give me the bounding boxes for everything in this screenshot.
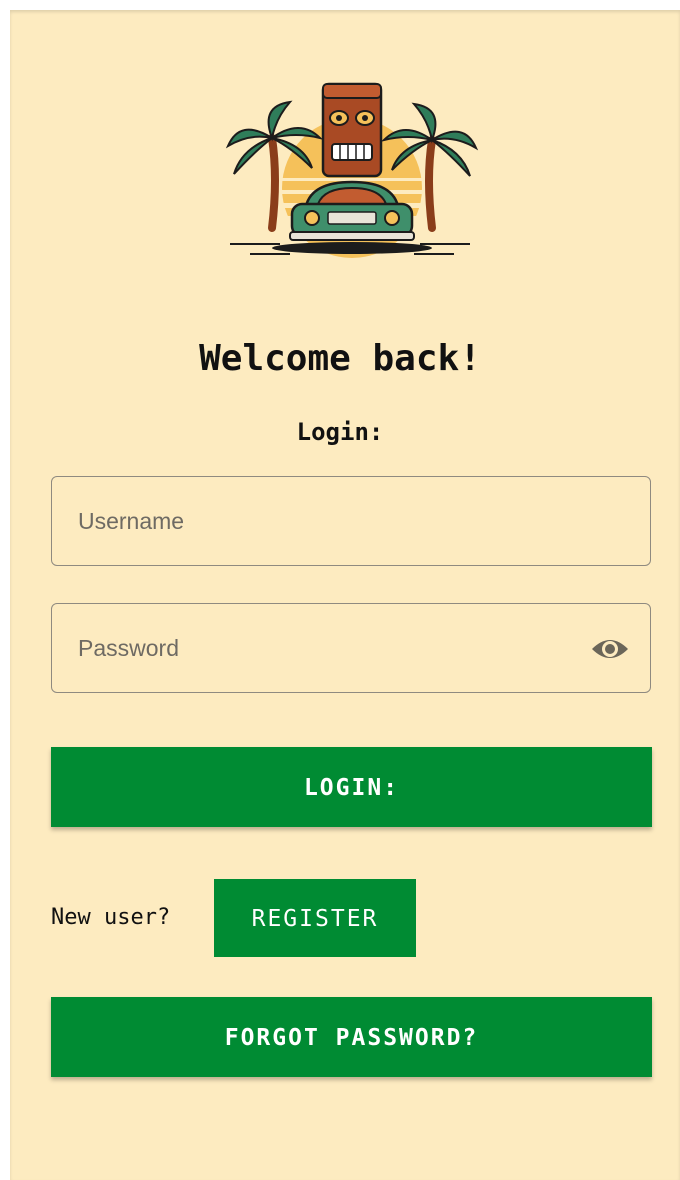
app-screen: Welcome back! Login: LOGIN: New user? RE… [10, 10, 680, 1180]
password-input[interactable] [52, 604, 650, 692]
page-subtitle: Login: [296, 418, 384, 446]
login-button[interactable]: LOGIN: [51, 747, 652, 827]
eye-icon[interactable] [590, 635, 630, 663]
password-field[interactable] [51, 603, 651, 693]
username-field[interactable] [51, 476, 651, 566]
register-button[interactable]: REGISTER [214, 879, 416, 957]
new-user-label: New user? [51, 905, 171, 930]
forgot-password-button[interactable]: FORGOT PASSWORD? [51, 997, 652, 1077]
username-input[interactable] [52, 477, 650, 565]
page-title: Welcome back! [199, 338, 481, 379]
tiki-car-logo [225, 82, 479, 258]
